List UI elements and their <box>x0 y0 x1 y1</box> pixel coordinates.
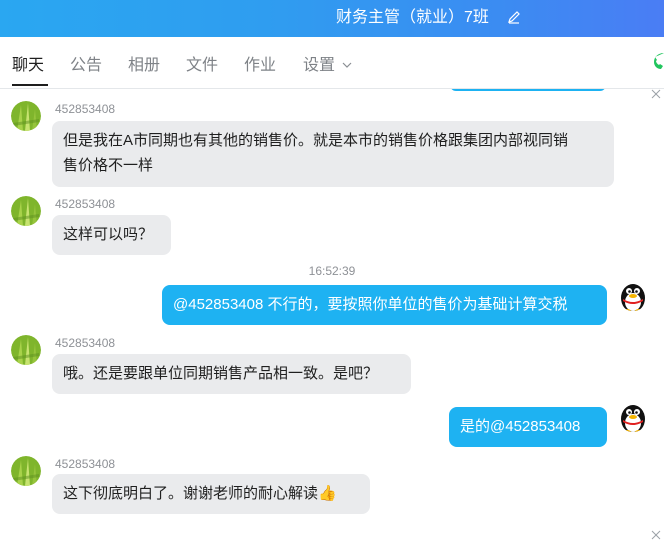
message-text: 售价格不一样 <box>63 157 154 174</box>
message-timestamp: 16:52:39 <box>308 264 356 278</box>
sender-name: 452853408 <box>55 197 116 211</box>
sender-name: 452853408 <box>55 102 116 116</box>
scroll-down-icon[interactable] <box>651 530 661 540</box>
edit-icon[interactable] <box>507 10 521 24</box>
title-bar: 财务主管（就业）7班 <box>0 0 664 37</box>
message-bubble[interactable]: 这样可以吗？ <box>52 215 171 255</box>
message-list[interactable]: 452853408 但是我在A市同期也有其他的销售价。就是本市的销售价格跟集团内… <box>0 89 664 542</box>
message-bubble[interactable]: 这下彻底明白了。谢谢老师的耐心解读👍 <box>52 474 370 514</box>
avatar[interactable] <box>11 101 41 131</box>
message-text: 哦。还是要跟单位同期销售产品相一致。是吧？ <box>63 365 379 382</box>
self-avatar-penguin-icon[interactable] <box>618 281 648 311</box>
tab-bar: 聊天 公告 相册 文件 作业 设置 <box>0 37 664 89</box>
tab-announcement[interactable]: 公告 <box>70 55 102 77</box>
message-text: 这下彻底明白了。谢谢老师的耐心解读 <box>63 485 319 502</box>
message-bubble[interactable]: 但是我在A市同期也有其他的销售价。就是本市的销售价格跟集团内部视同销 售价格不一… <box>52 121 614 187</box>
avatar[interactable] <box>11 456 41 486</box>
message-text: 这样可以吗？ <box>63 226 154 243</box>
chevron-down-icon[interactable] <box>342 61 352 69</box>
tab-settings[interactable]: 设置 <box>303 55 335 77</box>
message-bubble[interactable]: @452853408 不行的，要按照你单位的售价为基础计算交税 <box>162 285 607 325</box>
message-text: @452853408 不行的，要按照你单位的售价为基础计算交税 <box>173 296 568 313</box>
tab-album[interactable]: 相册 <box>128 55 160 77</box>
tab-files[interactable]: 文件 <box>186 55 218 77</box>
phone-icon[interactable] <box>650 51 664 71</box>
sender-name: 452853408 <box>55 457 116 471</box>
chat-window: 财务主管（就业）7班 聊天 公告 相册 文件 作业 设置 452853408 但… <box>0 0 664 542</box>
tab-homework[interactable]: 作业 <box>244 55 276 77</box>
group-title[interactable]: 财务主管（就业）7班 <box>336 7 489 29</box>
previous-message-bubble <box>450 89 606 91</box>
sender-name: 452853408 <box>55 336 116 350</box>
message-text: 是的@452853408 <box>460 418 581 435</box>
message-bubble[interactable]: 哦。还是要跟单位同期销售产品相一致。是吧？ <box>52 354 411 394</box>
message-text: 但是我在A市同期也有其他的销售价。就是本市的销售价格跟集团内部视同销 <box>63 132 569 149</box>
tab-chat[interactable]: 聊天 <box>12 55 44 77</box>
message-bubble[interactable]: 是的@452853408 <box>449 407 607 447</box>
avatar[interactable] <box>11 335 41 365</box>
close-icon[interactable] <box>651 89 661 99</box>
self-avatar-penguin-icon[interactable] <box>618 402 648 432</box>
avatar[interactable] <box>11 196 41 226</box>
active-tab-indicator <box>12 84 48 86</box>
thumbs-up-icon: 👍 <box>318 485 337 502</box>
